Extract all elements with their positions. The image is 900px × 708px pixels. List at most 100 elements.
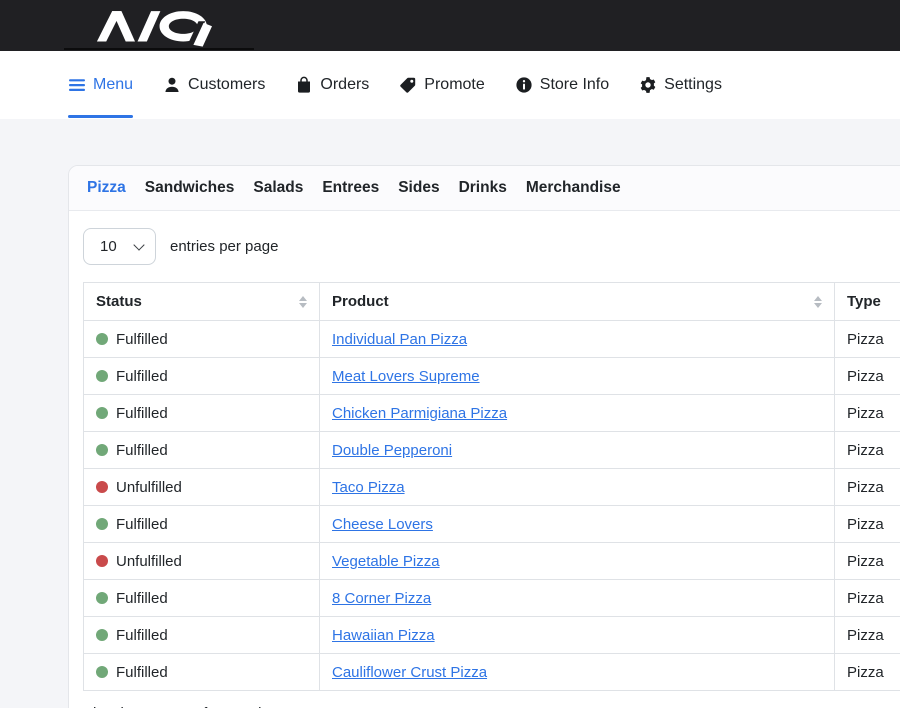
table-row: Unfulfilled Taco Pizza Pizza [84,469,900,506]
nav-item-label: Settings [664,76,722,94]
column-header-product[interactable]: Product [320,283,835,321]
table-row: Fulfilled Double Pepperoni Pizza [84,432,900,469]
status-cell: Unfulfilled [84,543,320,580]
status-label: Fulfilled [116,664,168,681]
menu-card: Pizza Sandwiches Salads Entrees Sides Drinks M… [68,165,900,708]
table-row: FulfilledIndividual Pan PizzaPizza [84,321,900,358]
bag-icon [295,76,313,94]
type-cell: Pizza [835,506,900,543]
status-label: Fulfilled [116,590,168,607]
table-row: Fulfilled Cheese Lovers Pizza [84,506,900,543]
status-dot-icon [96,555,108,567]
status-label: Fulfilled [116,405,168,422]
page-size-select-wrap: 10 [83,228,156,265]
status-cell: Fulfilled [84,395,320,432]
product-link[interactable]: Cheese Lovers [332,516,433,533]
info-icon [515,76,533,94]
nav-item-settings[interactable]: Settings [639,51,722,119]
type-cell: Pizza [835,469,900,506]
table-row: FulfilledHawaiian PizzaPizza [84,617,900,654]
product-cell: Cauliflower Crust Pizza [320,654,835,691]
tab-entrees[interactable]: Entrees [322,179,379,197]
product-cell: Vegetable Pizza [320,543,835,580]
product-link[interactable]: Vegetable Pizza [332,553,440,570]
aiq-logo-icon [64,6,250,50]
product-link[interactable]: Meat Lovers Supreme [332,368,480,385]
table-row: Fulfilled Meat Lovers Supreme Pizza [84,358,900,395]
status-cell: Fulfilled [84,654,320,691]
nav-item-store-info[interactable]: Store Info [515,51,609,119]
table-row: Fulfilled Chicken Parmigiana Pizza Pizza [84,395,900,432]
status-dot-icon [96,370,108,382]
column-header-status[interactable]: Status [84,283,320,321]
status-cell: Unfulfilled [84,469,320,506]
tag-icon [399,76,417,94]
column-label: Product [332,293,389,310]
status-cell: Fulfilled [84,432,320,469]
product-cell: Hawaiian Pizza [320,617,835,654]
tab-sandwiches[interactable]: Sandwiches [145,179,235,197]
page-size-select[interactable]: 10 [83,228,156,265]
brand-logo[interactable] [64,6,256,51]
hamburger-icon [68,76,86,94]
status-dot-icon [96,444,108,456]
type-cell: Pizza [835,395,900,432]
status-dot-icon [96,518,108,530]
type-cell: Pizza [835,432,900,469]
product-link[interactable]: 8 Corner Pizza [332,590,431,607]
status-label: Fulfilled [116,516,168,533]
type-cell: Pizza [835,654,900,691]
product-link[interactable]: Taco Pizza [332,479,405,496]
product-cell: Meat Lovers Supreme [320,358,835,395]
nav-item-label: Menu [93,76,133,94]
gear-icon [639,76,657,94]
status-dot-icon [96,666,108,678]
entries-per-page-row: 10 entries per page [83,228,900,265]
tab-merchandise[interactable]: Merchandise [526,179,621,197]
primary-nav: Menu Customers Orders Promote Store Info Sett… [0,51,900,119]
product-link[interactable]: Hawaiian Pizza [332,627,435,644]
tab-pizza[interactable]: Pizza [87,179,126,197]
product-cell: 8 Corner Pizza [320,580,835,617]
status-label: Fulfilled [116,331,168,348]
status-label: Unfulfilled [116,479,182,496]
nav-item-label: Customers [188,76,265,94]
nav-item-customers[interactable]: Customers [163,51,265,119]
sort-carets-icon[interactable] [299,296,307,308]
tab-drinks[interactable]: Drinks [459,179,507,197]
status-dot-icon [96,481,108,493]
status-dot-icon [96,333,108,345]
sort-carets-icon[interactable] [814,296,822,308]
product-link[interactable]: Double Pepperoni [332,442,452,459]
nav-item-orders[interactable]: Orders [295,51,369,119]
tab-sides[interactable]: Sides [398,179,439,197]
status-cell: Fulfilled [84,321,320,358]
column-header-type: Type [835,283,900,321]
status-dot-icon [96,407,108,419]
nav-item-menu[interactable]: Menu [68,51,133,119]
card-body: 10 entries per page Status Product Type Fu… [69,211,900,708]
tab-salads[interactable]: Salads [253,179,303,197]
status-label: Fulfilled [116,368,168,385]
status-dot-icon [96,629,108,641]
nav-item-label: Store Info [540,76,609,94]
column-label: Status [96,293,142,310]
logo-underline [64,48,254,50]
product-link[interactable]: Individual Pan Pizza [332,331,467,348]
product-link[interactable]: Cauliflower Crust Pizza [332,664,487,681]
category-tabs: Pizza Sandwiches Salads Entrees Sides Drinks M… [69,166,900,211]
type-cell: Pizza [835,580,900,617]
product-cell: Individual Pan Pizza [320,321,835,358]
main-content: Pizza Sandwiches Salads Entrees Sides Drinks M… [0,119,900,708]
status-cell: Fulfilled [84,506,320,543]
table-header-row: Status Product Type [84,283,900,321]
products-table: Status Product Type Fulfilled Individual Pa… [83,282,900,691]
nav-item-promote[interactable]: Promote [399,51,484,119]
type-cell: Pizza [835,358,900,395]
status-dot-icon [96,592,108,604]
product-cell: Chicken Parmigiana Pizza [320,395,835,432]
column-label: Type [847,293,881,310]
product-link[interactable]: Chicken Parmigiana Pizza [332,405,507,422]
status-cell: Fulfilled [84,617,320,654]
status-cell: Fulfilled [84,358,320,395]
